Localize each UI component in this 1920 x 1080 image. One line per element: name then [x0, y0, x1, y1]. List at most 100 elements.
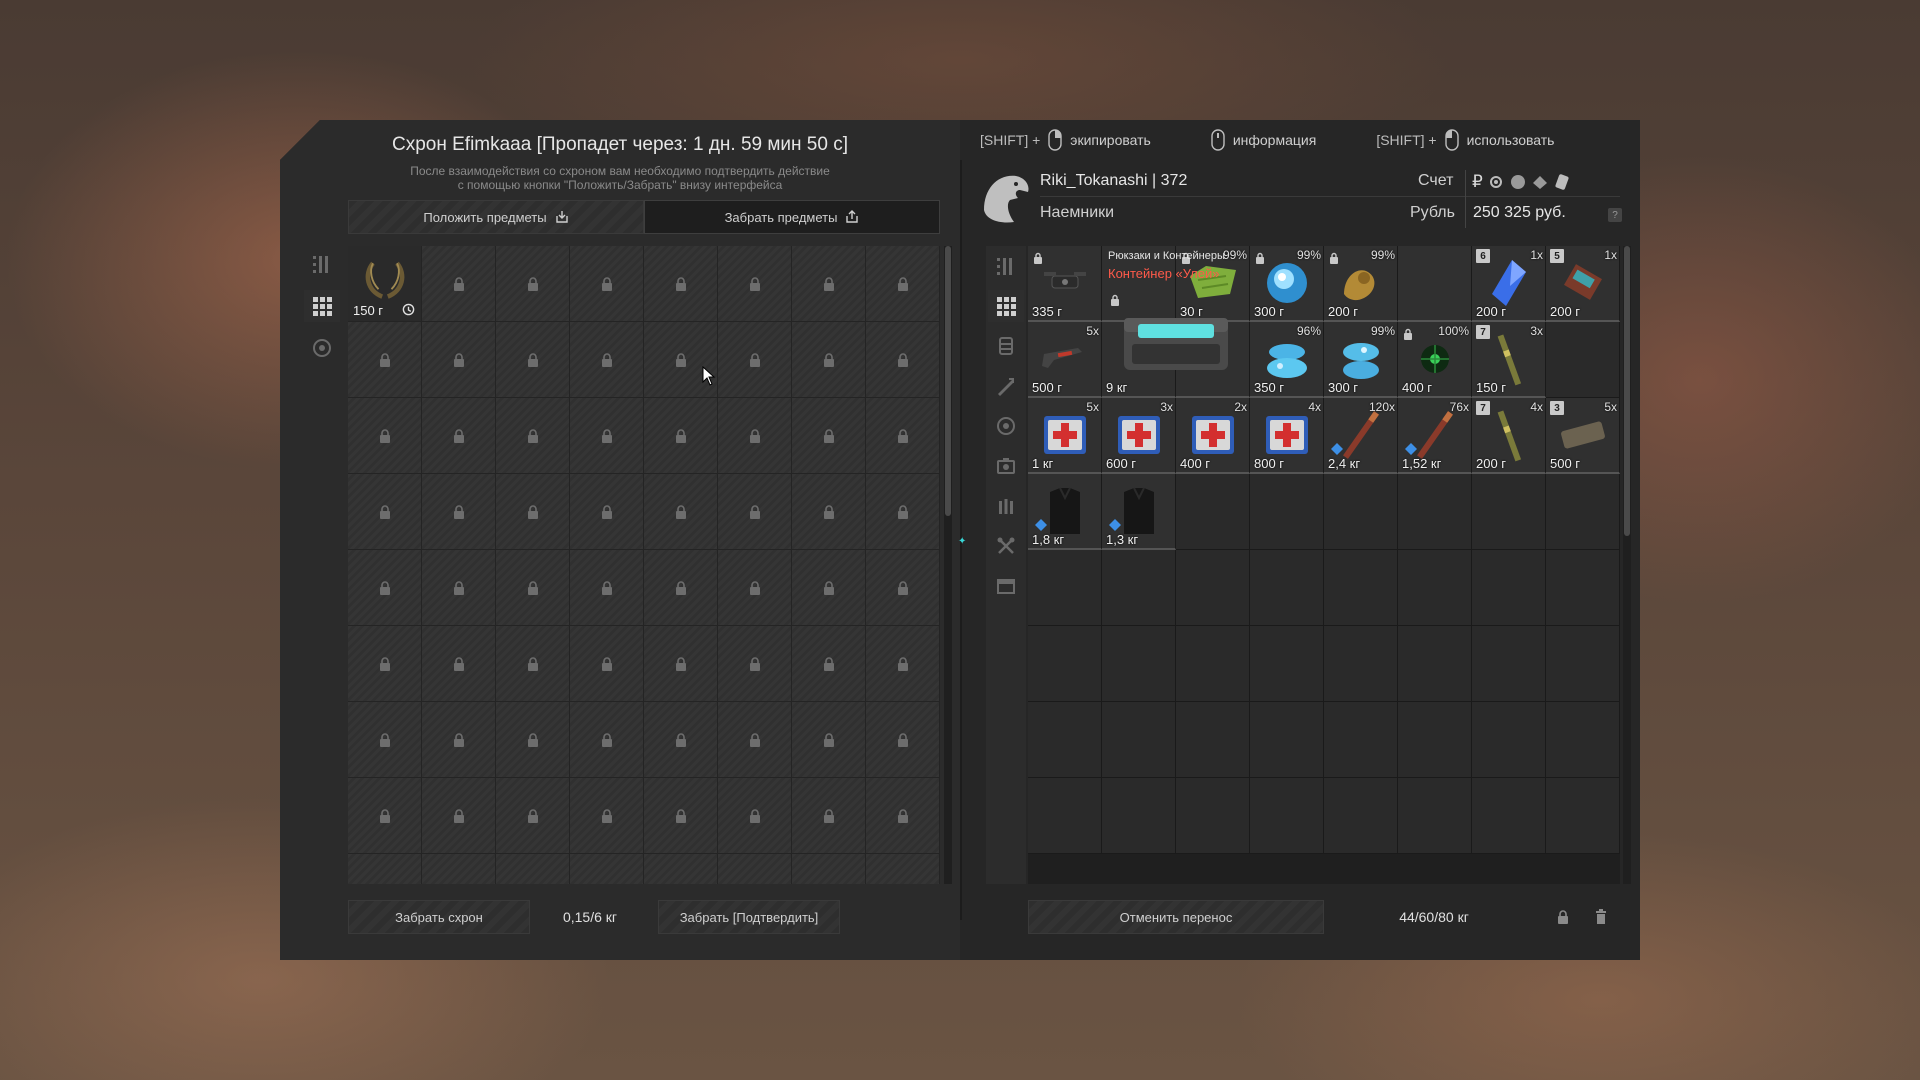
inventory-slot[interactable] — [1546, 550, 1620, 626]
stash-slot[interactable] — [422, 854, 496, 884]
inventory-slot[interactable] — [1028, 550, 1102, 626]
stash-slot[interactable] — [496, 626, 570, 702]
token-currency-icon[interactable] — [1553, 173, 1571, 191]
inventory-slot[interactable] — [1324, 550, 1398, 626]
stash-scrollbar[interactable] — [944, 246, 952, 884]
stash-slot[interactable] — [570, 550, 644, 626]
stash-slot[interactable] — [496, 702, 570, 778]
tab-take-items[interactable]: Забрать предметы — [644, 200, 940, 234]
stash-slot[interactable] — [348, 702, 422, 778]
stash-slot[interactable] — [348, 854, 422, 884]
take-stash-button[interactable]: Забрать схрон — [348, 900, 530, 934]
stash-slot[interactable] — [348, 474, 422, 550]
inventory-item[interactable]: 3 5x 500 г — [1546, 398, 1620, 474]
stash-slot[interactable] — [792, 778, 866, 854]
stash-slot[interactable] — [866, 246, 940, 322]
inventory-slot[interactable] — [1546, 702, 1620, 778]
artifact-filter-icon[interactable] — [304, 332, 340, 364]
inventory-item[interactable]: 7 4x 200 г — [1472, 398, 1546, 474]
stash-slot[interactable] — [570, 398, 644, 474]
inventory-item[interactable]: 1,3 кг — [1102, 474, 1176, 550]
inventory-slot[interactable] — [1250, 474, 1324, 550]
inventory-slot[interactable] — [1176, 702, 1250, 778]
stash-slot[interactable] — [718, 778, 792, 854]
inventory-slot[interactable] — [1028, 702, 1102, 778]
stash-slot[interactable] — [644, 702, 718, 778]
stash-slot[interactable] — [792, 398, 866, 474]
stash-slot[interactable] — [422, 626, 496, 702]
inventory-slot[interactable] — [1250, 702, 1324, 778]
stash-slot[interactable] — [570, 246, 644, 322]
grid-view-icon[interactable] — [304, 290, 340, 322]
inventory-item[interactable]: 5x 1 кг — [1028, 398, 1102, 474]
stash-slot[interactable] — [570, 474, 644, 550]
help-icon[interactable]: ? — [1608, 208, 1622, 222]
inventory-slot[interactable] — [1398, 626, 1472, 702]
stash-slot[interactable] — [718, 550, 792, 626]
inventory-slot[interactable] — [1176, 626, 1250, 702]
inventory-slot[interactable] — [1102, 626, 1176, 702]
stash-slot[interactable] — [866, 702, 940, 778]
stash-slot[interactable] — [570, 626, 644, 702]
stash-scroll-thumb[interactable] — [945, 246, 951, 516]
stash-slot[interactable] — [422, 246, 496, 322]
cancel-transfer-button[interactable]: Отменить перенос — [1028, 900, 1324, 934]
inventory-slot[interactable] — [1102, 550, 1176, 626]
inventory-slot[interactable] — [1398, 246, 1472, 322]
stash-slot[interactable] — [348, 322, 422, 398]
inventory-item[interactable]: 99% 200 г — [1324, 246, 1398, 322]
ruble-icon[interactable]: ₽ — [1472, 172, 1483, 192]
gear-currency-icon[interactable] — [1487, 173, 1505, 191]
inventory-slot[interactable] — [1176, 550, 1250, 626]
stash-slot[interactable] — [570, 778, 644, 854]
stash-slot[interactable] — [422, 398, 496, 474]
inventory-slot[interactable] — [1546, 778, 1620, 854]
list-view-icon[interactable] — [988, 250, 1024, 282]
inventory-slot[interactable] — [1176, 474, 1250, 550]
inventory-slot[interactable] — [1324, 778, 1398, 854]
stash-slot[interactable] — [496, 550, 570, 626]
stash-slot[interactable] — [866, 322, 940, 398]
inventory-item[interactable]: 76x 1,52 кг — [1398, 398, 1472, 474]
inventory-slot[interactable] — [1398, 778, 1472, 854]
trash-icon[interactable] — [1582, 900, 1620, 934]
list-view-icon[interactable] — [304, 248, 340, 280]
inventory-slot[interactable] — [1324, 626, 1398, 702]
stash-slot[interactable] — [496, 854, 570, 884]
inventory-item[interactable]: 99% 300 г — [1250, 246, 1324, 322]
badge-currency-icon[interactable] — [1531, 173, 1549, 191]
inventory-slot[interactable] — [1250, 778, 1324, 854]
inventory-slot[interactable] — [1546, 626, 1620, 702]
tab-put-items[interactable]: Положить предметы — [348, 200, 644, 234]
inventory-slot[interactable] — [1546, 322, 1620, 398]
stash-slot[interactable] — [644, 778, 718, 854]
inventory-slot[interactable] — [1176, 778, 1250, 854]
stash-slot[interactable] — [718, 854, 792, 884]
stash-slot[interactable] — [644, 474, 718, 550]
inventory-slot[interactable] — [1028, 778, 1102, 854]
stash-slot[interactable] — [792, 854, 866, 884]
inventory-item[interactable]: 7 3x 150 г — [1472, 322, 1546, 398]
inventory-slot[interactable] — [1324, 474, 1398, 550]
stash-slot[interactable] — [718, 322, 792, 398]
stash-slot[interactable] — [718, 246, 792, 322]
stash-slot[interactable] — [866, 854, 940, 884]
inventory-slot[interactable] — [1028, 626, 1102, 702]
stash-slot[interactable] — [570, 322, 644, 398]
inventory-slot[interactable] — [1398, 550, 1472, 626]
detector-filter-icon[interactable] — [988, 450, 1024, 482]
stash-slot[interactable] — [496, 474, 570, 550]
stash-slot[interactable] — [644, 854, 718, 884]
stash-slot[interactable] — [422, 778, 496, 854]
stash-slot[interactable] — [644, 398, 718, 474]
inventory-item[interactable]: 4x 800 г — [1250, 398, 1324, 474]
stash-slot[interactable] — [792, 246, 866, 322]
stash-slot[interactable] — [792, 702, 866, 778]
stash-slot[interactable] — [570, 854, 644, 884]
stash-slot[interactable] — [644, 550, 718, 626]
stash-slot[interactable] — [792, 322, 866, 398]
inventory-slot[interactable] — [1472, 626, 1546, 702]
artifact-filter-icon[interactable] — [988, 410, 1024, 442]
misc-filter-icon[interactable] — [988, 570, 1024, 602]
stash-slot[interactable] — [348, 626, 422, 702]
